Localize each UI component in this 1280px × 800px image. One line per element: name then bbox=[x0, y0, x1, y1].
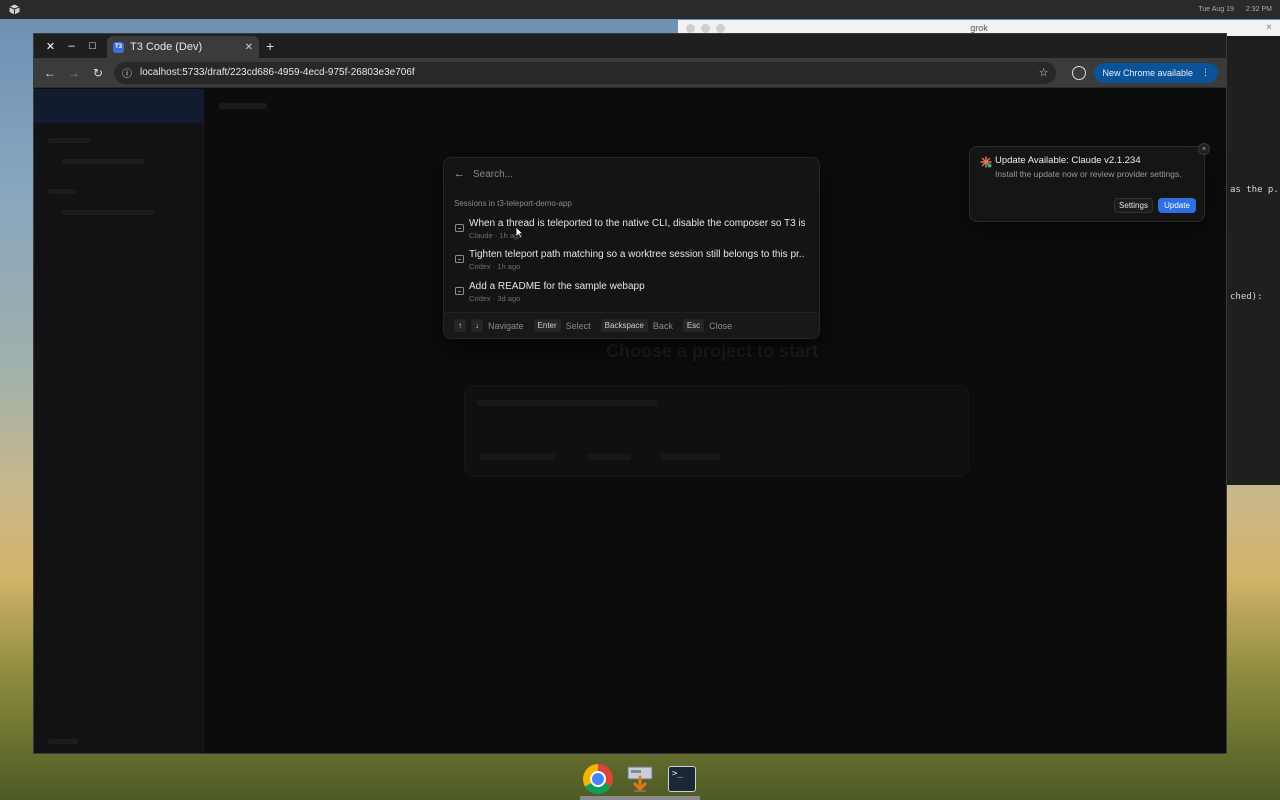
installer-icon bbox=[627, 766, 653, 792]
terminal-icon: >_ bbox=[668, 765, 696, 792]
esc-key: Esc bbox=[682, 319, 705, 332]
sidebar-placeholder bbox=[48, 189, 76, 194]
palette-search-row: ← bbox=[444, 158, 819, 190]
address-bar[interactable]: ⓘ localhost:5733/draft/223cd686-4959-4ec… bbox=[114, 61, 1057, 84]
os-clock[interactable]: Tue Aug 19 2:32 PM bbox=[1198, 6, 1272, 13]
session-icon bbox=[455, 224, 464, 232]
forward-arrow-icon[interactable]: → bbox=[66, 66, 82, 80]
composer-chip bbox=[587, 454, 631, 460]
palette-search-input[interactable] bbox=[473, 168, 809, 180]
session-title: Add a README for the sample webapp bbox=[469, 281, 645, 292]
page-header-placeholder bbox=[219, 103, 267, 109]
session-icon bbox=[455, 287, 464, 295]
taskbar: >_ bbox=[579, 757, 701, 800]
sidebar-header bbox=[34, 89, 204, 123]
palette-session-item[interactable]: Add a README for the sample webapp Codex… bbox=[452, 278, 812, 308]
toast-settings-button[interactable]: Settings bbox=[1114, 198, 1153, 213]
command-palette: ← Sessions in t3-teleport-demo-app When … bbox=[443, 157, 820, 339]
background-window-title: grok bbox=[970, 23, 988, 33]
tab-strip: ✕ – □ T3 T3 Code (Dev) ✕ + bbox=[34, 34, 1226, 58]
session-meta: Codex · 1h ago bbox=[469, 262, 521, 271]
url-text[interactable]: localhost:5733/draft/223cd686-4959-4ecd-… bbox=[140, 67, 1031, 78]
window-minimize-icon[interactable]: – bbox=[61, 40, 82, 52]
navigate-hint: Navigate bbox=[488, 320, 524, 331]
arrow-up-key: ↑ bbox=[454, 319, 466, 332]
terminal-text: ched): bbox=[1230, 292, 1263, 302]
taskbar-installer[interactable] bbox=[624, 763, 656, 795]
site-info-icon[interactable]: ⓘ bbox=[122, 65, 132, 80]
toast-title: Update Available: Claude v2.1.234 bbox=[995, 155, 1141, 166]
sidebar-placeholder bbox=[48, 138, 90, 143]
claude-logo-icon bbox=[980, 155, 992, 168]
arrow-down-key: ↓ bbox=[471, 319, 483, 332]
session-icon bbox=[455, 255, 464, 263]
sidebar-placeholder bbox=[62, 159, 144, 164]
sidebar-placeholder bbox=[62, 210, 154, 215]
chrome-icon bbox=[583, 763, 613, 794]
taskbar-terminal[interactable]: >_ bbox=[666, 763, 698, 795]
tab-t3-code[interactable]: T3 T3 Code (Dev) ✕ bbox=[107, 36, 259, 58]
composer-chip bbox=[479, 454, 555, 460]
browser-toolbar: ← → ↻ ⓘ localhost:5733/draft/223cd686-49… bbox=[34, 58, 1226, 88]
toast-close-icon[interactable]: × bbox=[1198, 143, 1210, 155]
terminal-text: as the p... bbox=[1230, 185, 1280, 195]
bookmark-star-icon[interactable]: ☆ bbox=[1039, 66, 1049, 79]
os-logo-icon[interactable] bbox=[8, 4, 20, 16]
toast-update-button[interactable]: Update bbox=[1158, 198, 1196, 213]
window-maximize-icon[interactable]: □ bbox=[82, 40, 103, 52]
session-meta: Codex · 3d ago bbox=[469, 294, 521, 303]
palette-group-label: Sessions in t3-teleport-demo-app bbox=[454, 199, 572, 208]
composer-chip bbox=[661, 454, 721, 460]
session-title: Tighten teleport path matching so a work… bbox=[469, 249, 805, 260]
tab-close-icon[interactable]: ✕ bbox=[245, 42, 253, 53]
os-clock-time: 2:32 PM bbox=[1245, 6, 1272, 13]
dot-icon[interactable] bbox=[686, 24, 695, 33]
close-icon[interactable]: × bbox=[1266, 22, 1272, 33]
reload-icon[interactable]: ↻ bbox=[90, 66, 106, 80]
window-close-icon[interactable]: ✕ bbox=[40, 40, 61, 53]
new-chrome-available-button[interactable]: New Chrome available ⋮ bbox=[1094, 62, 1218, 83]
tab-title: T3 Code (Dev) bbox=[130, 41, 203, 53]
dot-icon[interactable] bbox=[716, 24, 725, 33]
back-arrow-icon[interactable]: ← bbox=[454, 168, 465, 180]
update-toast: Update Available: Claude v2.1.234 Instal… bbox=[969, 143, 1210, 222]
palette-session-item[interactable]: When a thread is teleported to the nativ… bbox=[452, 215, 812, 245]
page-heading: Choose a project to start bbox=[606, 341, 819, 361]
back-arrow-icon[interactable]: ← bbox=[42, 66, 58, 80]
sidebar-placeholder bbox=[48, 739, 78, 744]
browser-window: ✕ – □ T3 T3 Code (Dev) ✕ + ← → ↻ ⓘ local… bbox=[33, 33, 1227, 754]
dot-icon[interactable] bbox=[701, 24, 710, 33]
background-terminal: as the p... ched): bbox=[1226, 40, 1280, 485]
composer-backdrop bbox=[464, 385, 969, 477]
select-hint: Select bbox=[565, 320, 591, 331]
palette-session-item[interactable]: Tighten teleport path matching so a work… bbox=[452, 246, 812, 276]
backspace-key: Backspace bbox=[600, 319, 648, 332]
taskbar-indicator bbox=[580, 796, 700, 800]
tab-favicon-icon: T3 bbox=[113, 41, 124, 53]
new-tab-button[interactable]: + bbox=[266, 38, 274, 54]
os-clock-date: Tue Aug 19 bbox=[1198, 6, 1234, 13]
back-hint: Back bbox=[652, 320, 673, 331]
taskbar-chrome[interactable] bbox=[582, 763, 614, 795]
update-chip-label: New Chrome available bbox=[1102, 67, 1193, 78]
enter-key: Enter bbox=[533, 319, 561, 332]
profile-icon[interactable] bbox=[1072, 65, 1087, 80]
toast-body: Install the update now or review provide… bbox=[995, 169, 1182, 179]
app-sidebar bbox=[34, 89, 204, 753]
window-controls: ✕ – □ bbox=[34, 40, 103, 53]
close-hint: Close bbox=[709, 320, 733, 331]
kebab-menu-icon[interactable]: ⋮ bbox=[1201, 67, 1210, 78]
palette-footer: ↑ ↓ Navigate Enter Select Backspace Back… bbox=[444, 312, 819, 338]
composer-placeholder bbox=[477, 400, 657, 406]
os-top-bar: Tue Aug 19 2:32 PM bbox=[0, 0, 1280, 19]
window-traffic-lights bbox=[686, 24, 725, 33]
